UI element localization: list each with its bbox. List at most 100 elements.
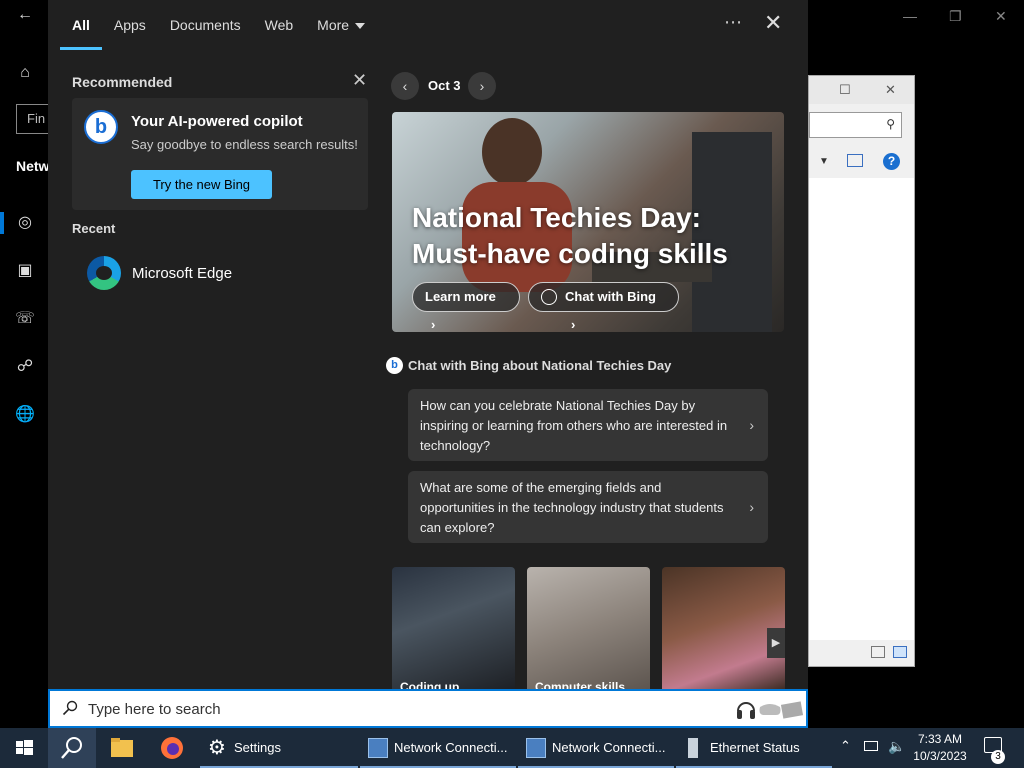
tab-web-label: Web	[264, 17, 294, 33]
previous-day-button[interactable]: ‹	[391, 72, 419, 100]
home-icon[interactable]: ⌂	[14, 62, 36, 84]
maximize-icon[interactable]: ☐	[839, 82, 851, 98]
back-arrow-icon[interactable]: ←	[14, 4, 36, 26]
chat-about-header: b Chat with Bing about National Techies …	[386, 357, 672, 374]
chat-with-bing-label: Chat with Bing	[565, 289, 656, 304]
chat-about-title: Chat with Bing about National Techies Da…	[408, 358, 672, 373]
close-icon[interactable]: ✕	[885, 82, 896, 98]
windows-logo-icon	[16, 740, 33, 755]
more-options-icon[interactable]: ⋯	[724, 12, 743, 33]
chevron-right-icon: ›	[571, 317, 576, 332]
thumbnail-card[interactable]: Coding up	[392, 567, 515, 690]
dismiss-recommended-icon[interactable]: ✕	[352, 70, 367, 91]
settings-find-placeholder: Fin	[27, 111, 46, 126]
explorer-window-background: ☐ ✕ ⚲ ▼ ?	[808, 75, 915, 667]
globe-icon[interactable]: 🌐	[14, 404, 36, 426]
file-explorer-button[interactable]	[98, 728, 146, 768]
taskbar-search-button[interactable]	[48, 728, 96, 768]
system-tray: ⌃ 🔈 7:33 AM 10/3/2023 3	[836, 728, 1024, 768]
chevron-up-icon[interactable]: ⌃	[840, 738, 851, 754]
chat-with-bing-button[interactable]: Chat with Bing ›	[528, 282, 679, 332]
edge-icon	[87, 256, 121, 290]
copilot-title: Your AI-powered copilot	[131, 113, 303, 130]
hero-card[interactable]: National Techies Day: Must-have coding s…	[392, 112, 784, 332]
try-bing-button[interactable]: Try the new Bing	[131, 170, 272, 199]
recent-header: Recent	[72, 221, 116, 236]
thumbnail-card[interactable]: Computer skills	[527, 567, 650, 690]
chat-bubble-icon	[541, 289, 557, 305]
close-window-icon[interactable]: ✕	[995, 8, 1007, 25]
vpn-icon[interactable]: ☍	[14, 356, 36, 378]
taskbar-app-settings[interactable]: ⚙ Settings	[200, 728, 358, 768]
tab-all-label: All	[72, 17, 90, 33]
search-box[interactable]	[48, 689, 808, 728]
network-status-icon[interactable]	[864, 741, 878, 751]
explorer-search-input[interactable]: ⚲	[809, 112, 902, 138]
settings-section-title: Netw	[16, 158, 50, 174]
tab-web[interactable]: Web	[253, 0, 306, 50]
close-flyout-icon[interactable]: ✕	[764, 10, 782, 36]
tiles-view-icon[interactable]	[893, 646, 907, 658]
tab-documents[interactable]: Documents	[158, 0, 253, 50]
suggestion-item[interactable]: What are some of the emerging fields and…	[408, 471, 768, 543]
taskbar-app-network-connections[interactable]: Network Connecti...	[360, 728, 516, 768]
tab-more[interactable]: More	[305, 0, 377, 50]
taskbar-app-label: Settings	[234, 740, 281, 755]
search-tabs: All Apps Documents Web More	[60, 0, 377, 50]
chevron-right-icon: ›	[431, 317, 436, 332]
globe-status-icon[interactable]: ◎	[14, 212, 36, 234]
search-icon: ⚲	[886, 117, 895, 131]
ethernet-icon[interactable]: ▣	[14, 260, 36, 282]
thumbnails-next-button[interactable]: ▶	[767, 628, 785, 658]
taskbar-app-label: Ethernet Status	[710, 740, 800, 755]
restore-icon[interactable]: ❐	[949, 8, 962, 25]
suggestion-item[interactable]: How can you celebrate National Techies D…	[408, 389, 768, 461]
search-highlight-art-icon	[737, 701, 804, 719]
taskbar-app-label: Network Connecti...	[552, 740, 666, 755]
suggestion-text: What are some of the emerging fields and…	[420, 480, 724, 535]
clock-time[interactable]: 7:33 AM	[914, 732, 966, 746]
copilot-card[interactable]: b Your AI-powered copilot Say goodbye to…	[72, 98, 368, 210]
minimize-icon[interactable]: —	[903, 8, 917, 24]
folder-icon	[111, 738, 133, 757]
recent-item-edge[interactable]: Microsoft Edge	[72, 250, 368, 296]
firefox-button[interactable]	[148, 728, 196, 768]
preview-pane-icon[interactable]	[847, 154, 863, 167]
bing-logo-icon: b	[84, 110, 118, 144]
suggestion-text: How can you celebrate National Techies D…	[420, 398, 728, 453]
details-view-icon[interactable]	[871, 646, 885, 658]
start-button[interactable]	[0, 728, 48, 768]
selected-indicator	[0, 212, 4, 234]
recent-item-label: Microsoft Edge	[132, 265, 233, 282]
copilot-subtitle: Say goodbye to endless search results!	[131, 137, 358, 152]
search-icon	[61, 737, 82, 759]
chevron-down-icon[interactable]: ▼	[819, 156, 829, 167]
taskbar-app-label: Network Connecti...	[394, 740, 508, 755]
tab-all[interactable]: All	[60, 0, 102, 50]
taskbar-app-network-connections[interactable]: Network Connecti...	[518, 728, 674, 768]
firefox-icon	[161, 737, 183, 759]
chevron-right-icon: ›	[749, 499, 754, 515]
hero-person-head	[482, 118, 542, 186]
taskbar: ⚙ Settings Network Connecti... Network C…	[0, 728, 1024, 768]
learn-more-button[interactable]: Learn more ›	[412, 282, 520, 332]
search-input[interactable]	[88, 701, 688, 718]
volume-muted-icon[interactable]: 🔈	[888, 738, 905, 755]
learn-more-label: Learn more	[425, 289, 496, 304]
taskbar-app-ethernet-status[interactable]: Ethernet Status	[676, 728, 832, 768]
gear-icon: ⚙	[208, 737, 226, 759]
clock-date[interactable]: 10/3/2023	[908, 749, 972, 763]
chevron-right-icon: ›	[749, 417, 754, 433]
highlight-date: Oct 3	[428, 78, 461, 93]
explorer-statusbar	[809, 640, 914, 666]
help-icon[interactable]: ?	[883, 153, 900, 170]
ethernet-status-icon	[688, 738, 698, 758]
explorer-titlebar: ☐ ✕	[809, 76, 914, 104]
dialup-icon[interactable]: ☏	[14, 308, 36, 330]
notification-count-badge: 3	[991, 750, 1005, 764]
next-day-button[interactable]: ›	[468, 72, 496, 100]
search-flyout: All Apps Documents Web More ⋯ ✕ Recommen…	[48, 0, 808, 690]
tab-documents-label: Documents	[169, 17, 241, 33]
tab-apps[interactable]: Apps	[102, 0, 158, 50]
tab-more-label: More	[317, 17, 350, 33]
